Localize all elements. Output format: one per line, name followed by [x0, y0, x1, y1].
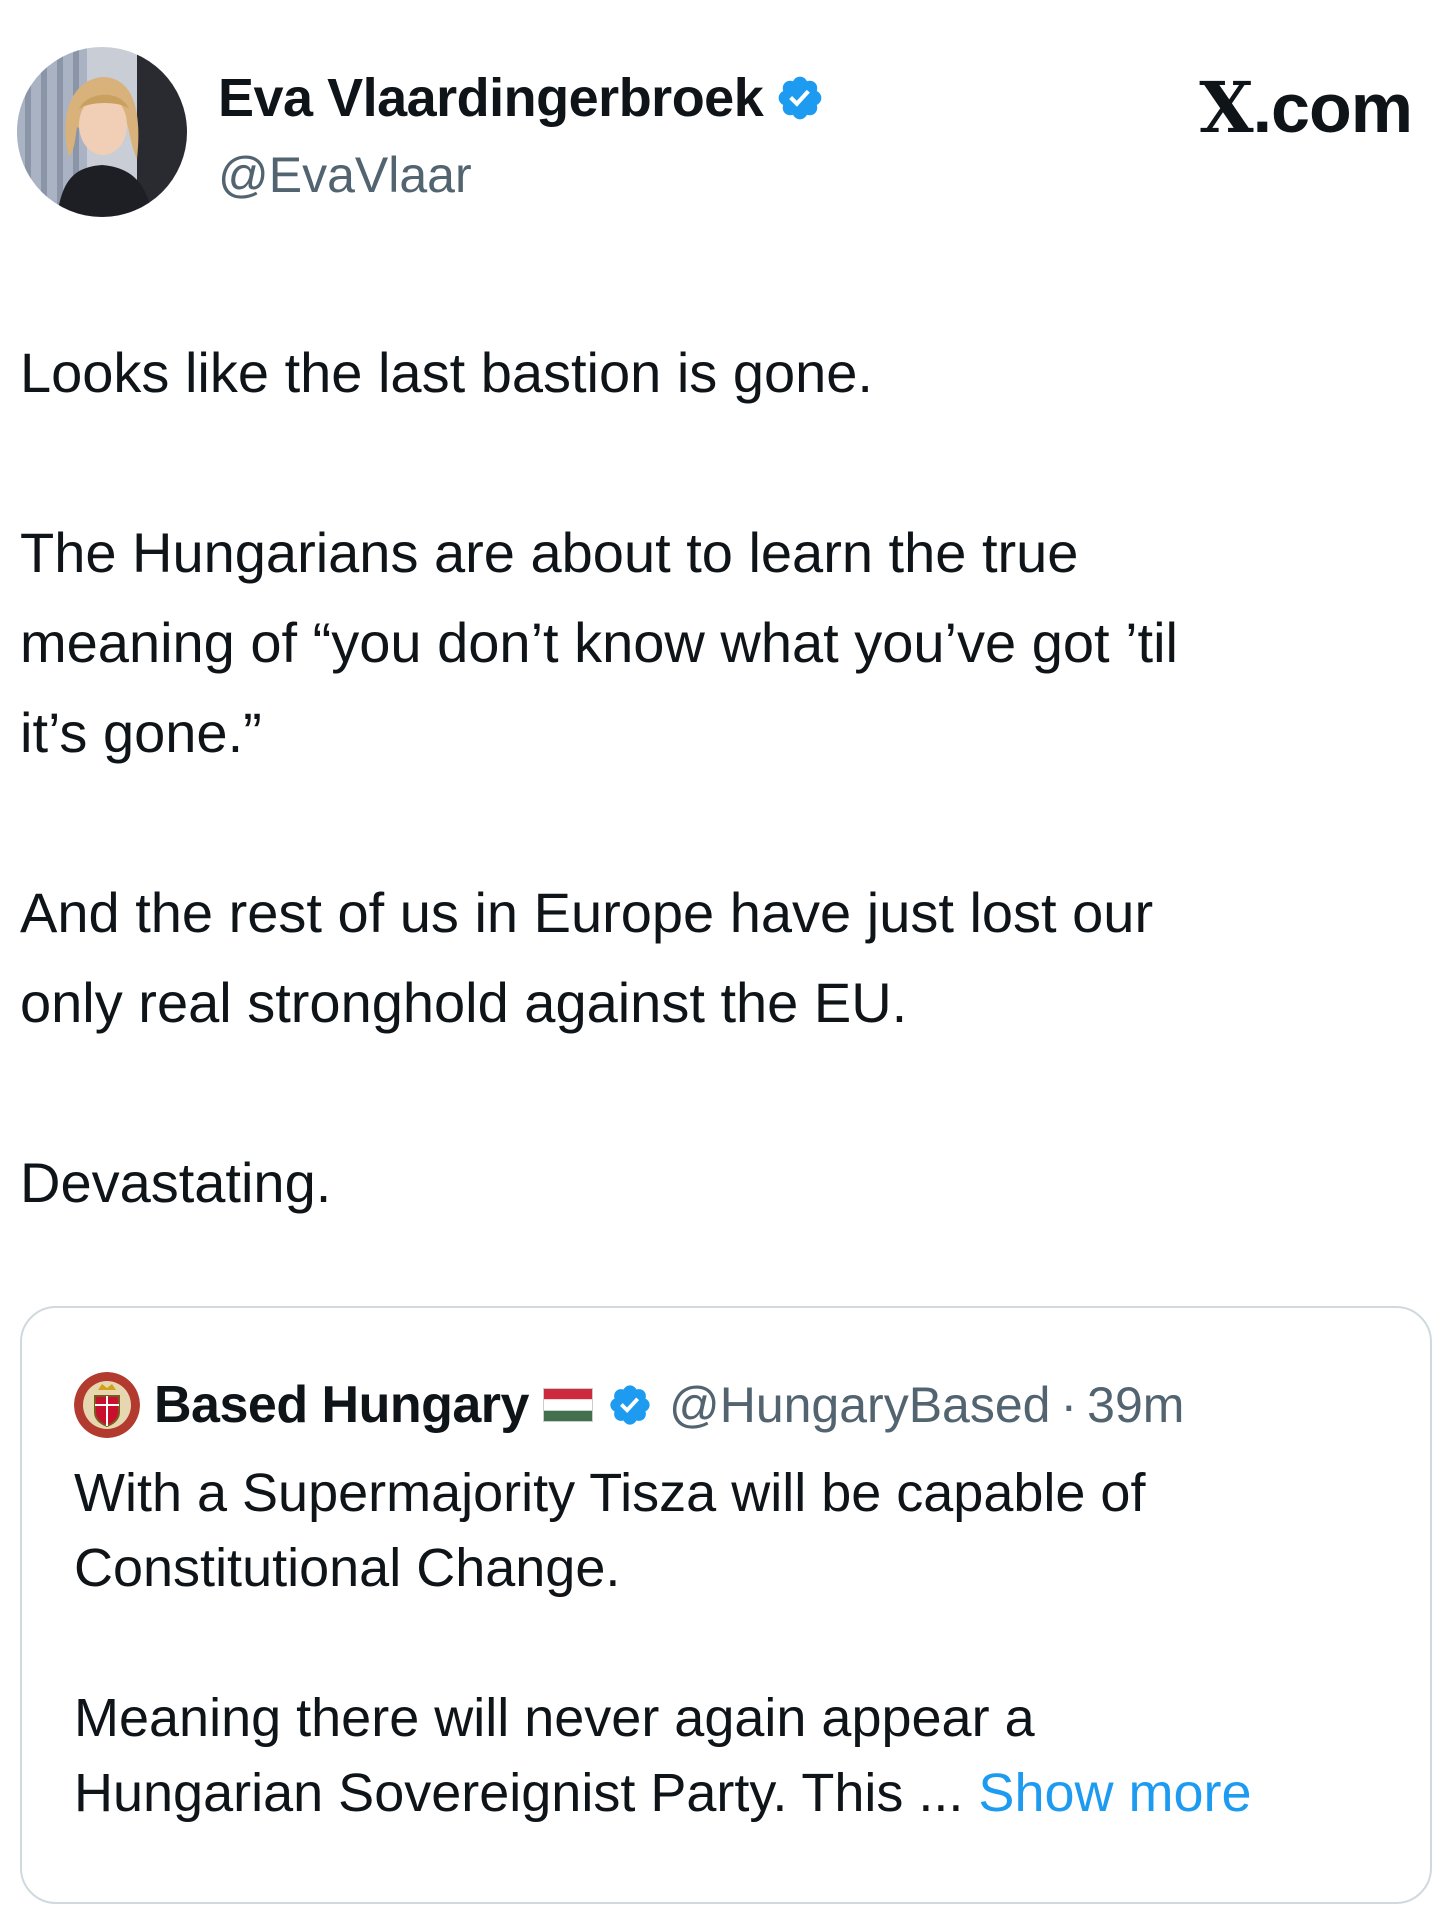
verified-badge-icon — [610, 1385, 650, 1425]
quoted-line-last: Hungarian Sovereignist Party. This ... S… — [74, 1756, 1394, 1831]
post-line: only real stronghold against the EU. — [20, 971, 908, 1034]
quoted-line: Meaning there will never again appear a — [74, 1688, 1035, 1748]
quoted-post-card[interactable]: Based Hungary @HungaryBased · 39m With a… — [20, 1306, 1432, 1904]
author-name[interactable]: Eva Vlaardingerbroek — [218, 66, 825, 130]
post-line: And the rest of us in Europe have just l… — [20, 881, 1154, 944]
author-avatar[interactable] — [17, 47, 187, 217]
quoted-post-time[interactable]: 39m — [1087, 1376, 1184, 1434]
post-line: meaning of “you don’t know what you’ve g… — [20, 611, 1178, 674]
hungary-flag-icon — [542, 1388, 593, 1422]
quoted-author-name[interactable]: Based Hungary — [154, 1375, 529, 1435]
quoted-line: With a Supermajority Tisza will be capab… — [74, 1463, 1146, 1523]
post-line: Looks like the last bastion is gone. — [20, 341, 873, 404]
show-more-link[interactable]: Show more — [978, 1763, 1251, 1823]
author-handle[interactable]: @EvaVlaar — [218, 145, 472, 205]
post-line: The Hungarians are about to learn the tr… — [20, 521, 1079, 584]
x-brand-logo: X.com — [1199, 66, 1413, 149]
quoted-author-avatar[interactable] — [74, 1372, 140, 1438]
meta-separator: · — [1060, 1377, 1078, 1433]
post-line: it’s gone.” — [20, 701, 262, 764]
quoted-author-handle[interactable]: @HungaryBased — [669, 1376, 1051, 1434]
author-name-text: Eva Vlaardingerbroek — [218, 68, 764, 128]
post-screenshot: Eva Vlaardingerbroek @EvaVlaar X.com Loo… — [0, 0, 1450, 1920]
quoted-post-header: Based Hungary @HungaryBased · 39m — [74, 1370, 1184, 1440]
quoted-post-text: With a Supermajority Tisza will be capab… — [74, 1456, 1394, 1831]
verified-badge-icon — [778, 76, 822, 120]
post-line: Devastating. — [20, 1151, 332, 1214]
post-text: Looks like the last bastion is gone. The… — [20, 328, 1430, 1228]
quoted-line-text: Hungarian Sovereignist Party. This ... — [74, 1763, 979, 1823]
quoted-line: Constitutional Change. — [74, 1538, 621, 1598]
